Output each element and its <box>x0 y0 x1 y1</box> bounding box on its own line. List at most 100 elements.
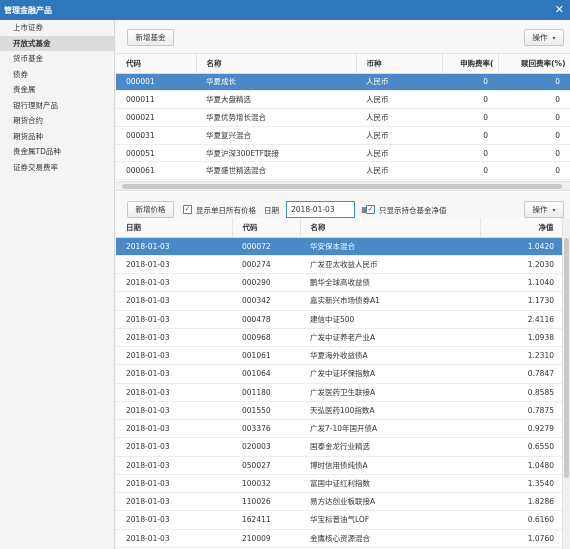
chevron-down-icon: ▾ <box>552 35 556 42</box>
table-cell: 0 <box>498 144 570 163</box>
table-cell: 2018-01-03 <box>116 383 232 402</box>
table-cell: 001550 <box>232 401 300 421</box>
table-cell: 1.1040 <box>480 273 562 293</box>
table-row[interactable]: 2018-01-03 210009 金鹰核心资源混合 1.0760 <box>116 529 562 548</box>
table-cell: 0.6550 <box>480 437 562 457</box>
column-header[interactable]: 代码 <box>116 54 197 74</box>
close-icon[interactable]: ✕ <box>555 3 564 16</box>
table-row[interactable]: 000051 华夏沪深300ETF联接 人民币 0 0 <box>116 144 570 163</box>
table-row[interactable]: 2018-01-03 110026 易方达创业板联接A 1.8286 <box>116 492 562 512</box>
table-row[interactable]: 2018-01-03 003376 广发7-10年国开债A 0.9279 <box>116 419 562 439</box>
table-cell: 000342 <box>232 291 300 311</box>
table-cell: 000021 <box>116 108 196 127</box>
table-row[interactable]: 000031 华夏复兴混合 人民币 0 0 <box>116 126 570 145</box>
show-all-checkbox[interactable]: ✓ <box>183 205 192 214</box>
table-cell: 2018-01-03 <box>116 255 232 275</box>
table-cell: 人民币 <box>356 161 442 181</box>
table-cell: 0.7875 <box>480 401 562 421</box>
table-row[interactable]: 2018-01-03 000290 鹏华全球高收益债 1.1040 <box>116 273 562 293</box>
table-cell: 0 <box>442 108 498 127</box>
price-table: 日期 代码 名称 净值 2018-01-03 000072 华安保本混合 1.0420… <box>116 218 563 549</box>
fund-ops-button[interactable]: 操作 ▾ <box>524 29 564 46</box>
table-row[interactable]: 2018-01-03 020003 国泰金龙行业精选 0.6550 <box>116 437 562 457</box>
table-row[interactable]: 000061 华夏盛世精选混合 人民币 0 0 <box>116 161 570 181</box>
table-cell: 2018-01-03 <box>116 437 232 457</box>
table-cell: 2018-01-03 <box>116 419 232 439</box>
table-row[interactable]: 2018-01-03 000478 建信中证500 2.4116 <box>116 310 562 329</box>
column-header[interactable]: 申购费率( <box>442 54 499 74</box>
sidebar-item[interactable]: 贵金属TD品种 <box>0 144 114 160</box>
table-cell: 1.2310 <box>480 346 562 366</box>
table-row[interactable]: 2018-01-03 000072 华安保本混合 1.0420 <box>116 237 562 256</box>
column-header[interactable]: 代码 <box>232 218 301 238</box>
table-cell: 1.1730 <box>480 291 562 311</box>
sidebar-item[interactable]: 贵金属 <box>0 82 114 98</box>
sidebar-item[interactable]: 上市证券 <box>0 20 114 36</box>
fund-toolbar: 新增基金 操作 ▾ <box>116 20 570 54</box>
table-cell: 2018-01-03 <box>116 237 232 256</box>
only-held-checkbox[interactable]: ✓ <box>366 205 375 214</box>
table-cell: 华夏大盘精选 <box>196 90 356 110</box>
table-row[interactable]: 2018-01-03 000968 广发中证养老产业A 1.0938 <box>116 328 562 348</box>
table-row[interactable]: 2018-01-03 000274 广发亚太收益人民币 1.2030 <box>116 255 562 275</box>
table-cell: 1.8286 <box>480 492 562 512</box>
table-cell: 富国中证红利指数 <box>300 474 480 494</box>
table-cell: 华安保本混合 <box>300 237 480 256</box>
vertical-scrollbar[interactable] <box>562 218 570 549</box>
sidebar-item[interactable]: 期货品种 <box>0 129 114 145</box>
column-header[interactable]: 币种 <box>356 54 443 74</box>
column-header[interactable]: 日期 <box>116 218 233 238</box>
table-cell: 易方达创业板联接A <box>300 492 480 512</box>
table-cell: 003376 <box>232 419 300 439</box>
horizontal-scrollbar[interactable] <box>116 181 570 191</box>
table-row[interactable]: 2018-01-03 100032 富国中证红利指数 1.3540 <box>116 474 562 494</box>
table-row[interactable]: 2018-01-03 162411 华宝标普油气LOF 0.6160 <box>116 510 562 530</box>
table-cell: 0 <box>498 90 570 110</box>
sidebar-item[interactable]: 债券 <box>0 67 114 83</box>
table-cell: 0.7847 <box>480 364 562 384</box>
column-header[interactable]: 名称 <box>196 54 357 74</box>
price-ops-button[interactable]: 操作 ▾ <box>524 201 564 218</box>
table-cell: 2018-01-03 <box>116 364 232 384</box>
table-cell: 000274 <box>232 255 300 275</box>
column-header[interactable]: 赎回费率(%) <box>498 54 570 74</box>
table-cell: 2018-01-03 <box>116 474 232 494</box>
table-row[interactable]: 2018-01-03 001064 广发中证环保指数A 0.7847 <box>116 364 562 384</box>
table-row[interactable]: 2018-01-03 001180 广发医药卫生联接A 0.8585 <box>116 383 562 402</box>
table-cell: 2018-01-03 <box>116 273 232 293</box>
table-row[interactable]: 2018-01-03 001061 华夏海外收益债A 1.2310 <box>116 346 562 366</box>
table-cell: 广发中证养老产业A <box>300 328 480 348</box>
table-row[interactable]: 000021 华夏优势增长混合 人民币 0 0 <box>116 108 570 127</box>
table-cell: 000478 <box>232 310 300 329</box>
table-cell: 1.0938 <box>480 328 562 348</box>
table-row[interactable]: 000011 华夏大盘精选 人民币 0 0 <box>116 90 570 110</box>
column-header[interactable]: 名称 <box>300 218 481 238</box>
table-cell: 0 <box>498 108 570 127</box>
date-input[interactable]: 2018-01-03 <box>286 201 355 218</box>
only-held-label: 只显示持仓基金净值 <box>379 206 447 215</box>
table-cell: 001180 <box>232 383 300 402</box>
table-cell: 100032 <box>232 474 300 494</box>
table-cell: 广发7-10年国开债A <box>300 419 480 439</box>
sidebar-item[interactable]: 开放式基金 <box>0 35 114 51</box>
table-row[interactable]: 2018-01-03 000342 嘉实新兴市场债券A1 1.1730 <box>116 291 562 311</box>
table-row[interactable]: 000001 华夏成长 人民币 0 0 <box>116 73 570 92</box>
add-fund-button[interactable]: 新增基金 <box>127 29 174 46</box>
date-label: 日期 <box>264 206 279 215</box>
add-price-button[interactable]: 新增价格 <box>127 201 174 218</box>
sidebar-item[interactable]: 货币基金 <box>0 51 114 67</box>
table-cell: 2018-01-03 <box>116 456 232 475</box>
table-cell: 0 <box>442 126 498 145</box>
sidebar-item[interactable]: 期货合约 <box>0 113 114 129</box>
table-row[interactable]: 2018-01-03 050027 博时信用债纯债A 1.0480 <box>116 456 562 475</box>
table-cell: 华夏海外收益债A <box>300 346 480 366</box>
table-row[interactable]: 2018-01-03 001550 天弘医药100指数A 0.7875 <box>116 401 562 421</box>
scrollbar-thumb[interactable] <box>564 238 569 478</box>
table-cell: 天弘医药100指数A <box>300 401 480 421</box>
scrollbar-thumb[interactable] <box>122 184 562 189</box>
table-cell: 2.4116 <box>480 310 562 329</box>
column-header[interactable]: 净值 <box>480 218 563 238</box>
sidebar-item[interactable]: 证券交易费率 <box>0 160 114 176</box>
sidebar-item[interactable]: 银行理财产品 <box>0 98 114 114</box>
table-cell: 0.8585 <box>480 383 562 402</box>
